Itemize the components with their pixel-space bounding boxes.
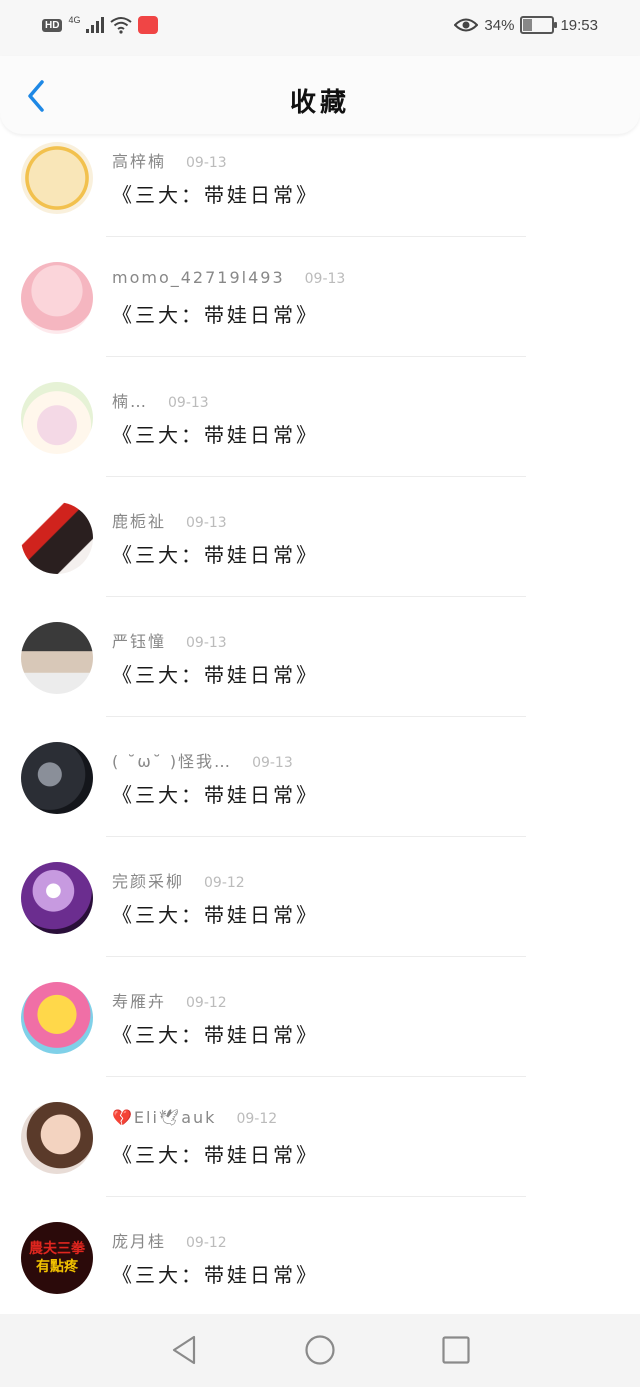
list-item[interactable]: ( ˘ω˘ )怪我… 09-13 《三大：带娃日常》 bbox=[0, 734, 640, 854]
avatar[interactable] bbox=[21, 262, 93, 334]
work-title: 《三大：带娃日常》 bbox=[112, 543, 319, 567]
status-left: HD 4G bbox=[42, 15, 159, 34]
triangle-back-icon bbox=[172, 1335, 196, 1365]
signal-icon bbox=[86, 17, 105, 33]
avatar-text-line1: 農夫三拳 bbox=[29, 1241, 85, 1257]
divider bbox=[106, 356, 526, 357]
divider bbox=[106, 716, 526, 717]
user-name: 庞月桂 bbox=[112, 1232, 167, 1251]
avatar[interactable] bbox=[21, 982, 93, 1054]
work-title: 《三大：带娃日常》 bbox=[112, 663, 319, 687]
battery-icon bbox=[520, 16, 558, 34]
avatar[interactable]: 農夫三拳 有點疼 bbox=[21, 1222, 93, 1294]
battery-percent: 34% bbox=[484, 16, 515, 34]
avatar[interactable] bbox=[21, 862, 93, 934]
date: 09-12 bbox=[186, 995, 227, 1011]
list-item[interactable]: 鹿栀祉 09-13 《三大：带娃日常》 bbox=[0, 494, 640, 614]
square-recents-icon bbox=[442, 1336, 470, 1364]
work-title: 《三大：带娃日常》 bbox=[112, 1023, 319, 1047]
work-title: 《三大：带娃日常》 bbox=[112, 903, 319, 927]
date: 09-13 bbox=[168, 395, 209, 411]
user-name: ( ˘ω˘ )怪我… bbox=[112, 752, 233, 771]
list-item[interactable]: 💔Eli🕊auk 09-12 《三大：带娃日常》 bbox=[0, 1094, 640, 1214]
favorites-list: 高梓楠 09-13 《三大：带娃日常》 momo_42719l493 09-13… bbox=[0, 134, 640, 1314]
user-name: momo_42719l493 bbox=[112, 268, 285, 287]
list-item[interactable]: 高梓楠 09-13 《三大：带娃日常》 bbox=[0, 134, 640, 254]
work-title: 《三大：带娃日常》 bbox=[112, 1263, 319, 1287]
divider bbox=[106, 596, 526, 597]
user-name: 严钰憧 bbox=[112, 632, 167, 651]
avatar[interactable] bbox=[21, 742, 93, 814]
eye-icon bbox=[454, 18, 479, 32]
nav-home-button[interactable] bbox=[304, 1334, 336, 1366]
avatar-text-line2: 有點疼 bbox=[36, 1259, 78, 1275]
work-title: 《三大：带娃日常》 bbox=[112, 423, 319, 447]
date: 09-12 bbox=[204, 875, 245, 891]
user-name: 💔Eli🕊auk bbox=[112, 1108, 217, 1127]
avatar[interactable] bbox=[21, 622, 93, 694]
status-right: 34% 19:53 bbox=[454, 16, 598, 34]
nav-recents-button[interactable] bbox=[440, 1334, 472, 1366]
date: 09-13 bbox=[186, 515, 227, 531]
work-title: 《三大：带娃日常》 bbox=[112, 1143, 319, 1167]
app-notification-icon bbox=[138, 16, 159, 34]
divider bbox=[106, 1196, 526, 1197]
date: 09-13 bbox=[186, 155, 227, 171]
user-name: 寿雁卉 bbox=[112, 992, 167, 1011]
date: 09-12 bbox=[236, 1111, 278, 1127]
avatar[interactable] bbox=[21, 142, 93, 214]
hd-badge: HD bbox=[42, 18, 63, 32]
date: 09-13 bbox=[186, 635, 227, 651]
avatar[interactable] bbox=[21, 382, 93, 454]
work-title: 《三大：带娃日常》 bbox=[112, 183, 319, 207]
page-title: 收藏 bbox=[289, 88, 350, 118]
date: 09-13 bbox=[304, 271, 346, 287]
list-item[interactable]: 楠… 09-13 《三大：带娃日常》 bbox=[0, 374, 640, 494]
list-item[interactable]: 严钰憧 09-13 《三大：带娃日常》 bbox=[0, 614, 640, 734]
divider bbox=[106, 476, 526, 477]
avatar[interactable] bbox=[21, 502, 93, 574]
circle-home-icon bbox=[305, 1335, 335, 1365]
list-item[interactable]: 完颜采柳 09-12 《三大：带娃日常》 bbox=[0, 854, 640, 974]
user-name: 完颜采柳 bbox=[112, 872, 185, 891]
battery-level bbox=[523, 19, 533, 31]
user-name: 鹿栀祉 bbox=[112, 512, 167, 531]
divider bbox=[106, 236, 526, 237]
date: 09-12 bbox=[186, 1235, 227, 1251]
title-bar: 收藏 bbox=[0, 56, 640, 134]
user-name: 高梓楠 bbox=[112, 152, 167, 171]
list-item[interactable]: 農夫三拳 有點疼 庞月桂 09-12 《三大：带娃日常》 bbox=[0, 1214, 640, 1314]
date: 09-13 bbox=[252, 755, 293, 771]
nav-back-button[interactable] bbox=[168, 1334, 200, 1366]
navigation-bar bbox=[0, 1314, 640, 1387]
list-item[interactable]: 寿雁卉 09-12 《三大：带娃日常》 bbox=[0, 974, 640, 1094]
work-title: 《三大：带娃日常》 bbox=[112, 303, 319, 327]
avatar[interactable] bbox=[21, 1102, 93, 1174]
divider bbox=[106, 836, 526, 837]
clock: 19:53 bbox=[560, 16, 598, 34]
status-bar: HD 4G 34% 19:53 bbox=[0, 0, 640, 56]
work-title: 《三大：带娃日常》 bbox=[112, 783, 319, 807]
network-type: 4G bbox=[68, 15, 81, 25]
list-item[interactable]: momo_42719l493 09-13 《三大：带娃日常》 bbox=[0, 254, 640, 374]
divider bbox=[106, 1076, 526, 1077]
divider bbox=[106, 956, 526, 957]
user-name: 楠… bbox=[112, 392, 149, 411]
wifi-icon bbox=[110, 17, 133, 34]
